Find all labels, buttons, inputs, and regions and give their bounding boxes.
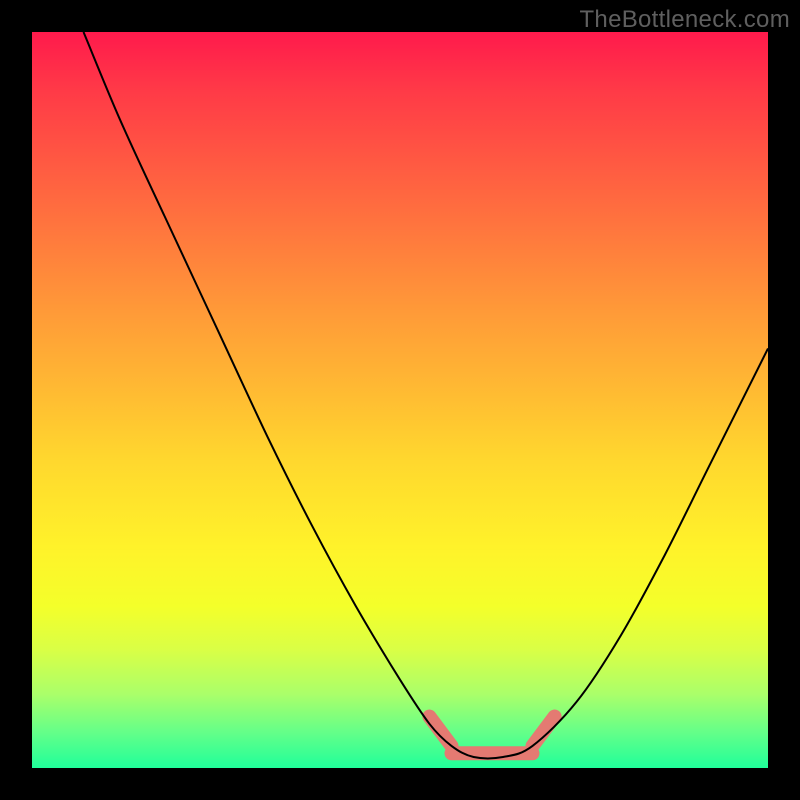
bottleneck-curve <box>84 32 769 758</box>
chart-svg <box>32 32 768 768</box>
watermark-text: TheBottleneck.com <box>579 6 790 34</box>
coral-highlight-left <box>429 717 451 746</box>
plot-area <box>32 32 768 768</box>
chart-frame: TheBottleneck.com <box>0 0 800 800</box>
coral-highlight-right <box>533 717 555 746</box>
